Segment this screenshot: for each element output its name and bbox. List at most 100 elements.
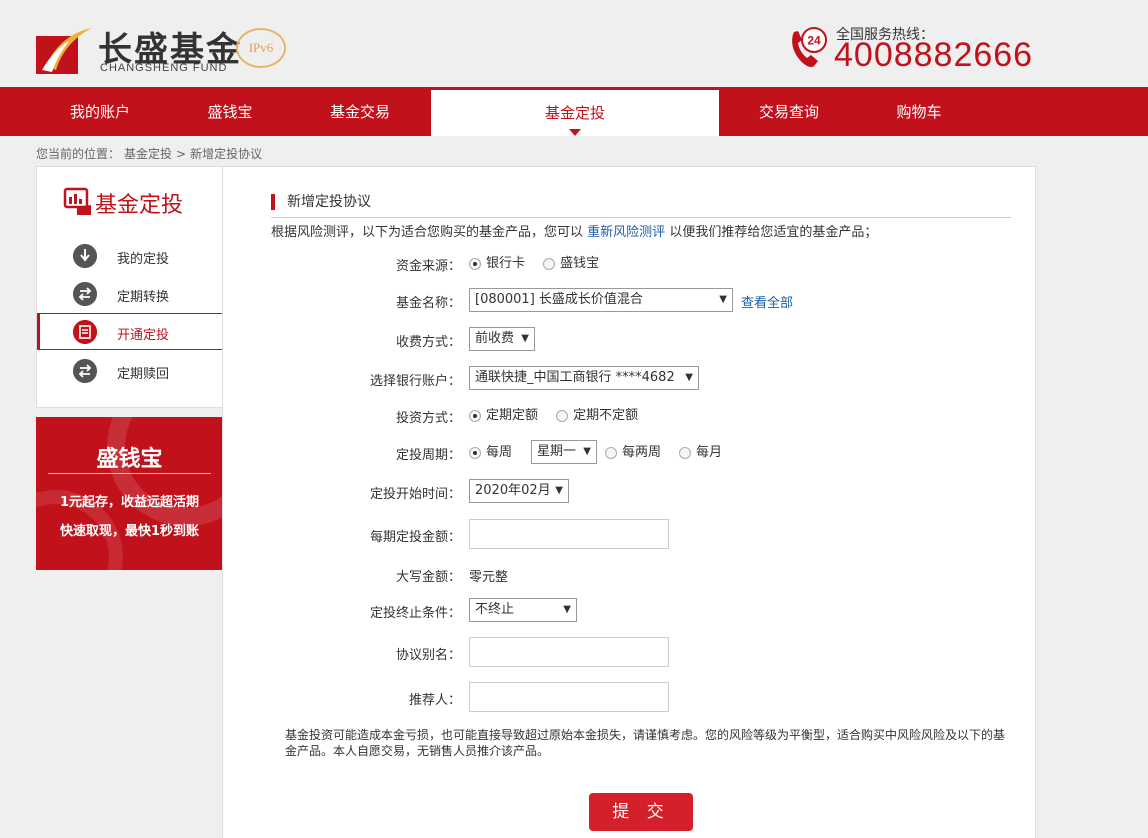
radio-weekly[interactable]: 每周 [469,440,512,466]
alias-input[interactable] [469,637,669,667]
label-alias: 协议别名： [395,648,461,663]
promo-text-1: 1元起存，收益远超活期 [59,495,200,510]
nav-trade-query[interactable]: 交易查询 [729,87,849,136]
end-condition-select[interactable]: 不终止 ▼ [469,598,577,622]
label-fund-source: 资金来源： [395,259,461,274]
reassess-risk-link[interactable]: 重新风险测评 [587,225,665,240]
sidebar: 基金定投 我的定投 定期转换 开通定投 定期赎回 [36,166,223,408]
radio-label: 盛钱宝 [560,256,600,271]
promo-divider [48,473,211,474]
bank-account-select[interactable]: 通联快捷_中国工商银行 ****4682 ▼ [469,366,699,390]
row-fund-source: 资金来源： 银行卡 盛钱宝 [223,251,1037,277]
fee-type-select[interactable]: 前收费 ▼ [469,327,535,351]
select-value: 星期一 [537,444,577,459]
label-referrer: 推荐人： [408,693,461,708]
radio-shengqianbao[interactable]: 盛钱宝 [543,251,599,277]
sidebar-item-periodic-switch[interactable]: 定期转换 [37,276,223,312]
logo-mark-icon [36,28,92,74]
ipv6-badge: IPv6 [236,28,286,68]
radio-label: 每周 [486,445,513,460]
start-month-select[interactable]: 2020年02月 ▼ [469,479,569,503]
row-bank-account: 选择银行账户： 通联快捷_中国工商银行 ****4682 ▼ [223,366,1037,392]
chevron-down-icon: ▼ [563,604,571,615]
nav-cart[interactable]: 购物车 [859,87,979,136]
chevron-down-icon: ▼ [719,294,727,305]
radio-dot [469,447,481,459]
sidebar-title-text: 基金定投 [95,193,184,218]
nav-shengqianbao[interactable]: 盛钱宝 [170,87,290,136]
select-value: 2020年02月 [475,483,551,498]
fund-source-radios: 银行卡 盛钱宝 [469,251,613,277]
select-value: 不终止 [475,602,515,617]
brand-logo[interactable]: 长盛基金 CHANGSHENG FUND IPv6 [36,22,296,78]
chevron-down-icon: ▼ [685,372,693,383]
brand-name-en: CHANGSHENG FUND [100,62,228,74]
chevron-down-icon: ▼ [555,485,563,496]
sip-period-control: 每周 星期一 ▼ 每两周 每月 [469,440,869,466]
label-fund-name: 基金名称： [395,296,461,311]
radio-label: 银行卡 [486,256,526,271]
nav-fund-trade[interactable]: 基金交易 [300,87,420,136]
row-fund-name: 基金名称： [080001] 长盛成长价值混合 ▼ 查看全部 [223,288,1037,314]
sidebar-item-label: 定期转换 [117,290,170,305]
radio-biweekly[interactable]: 每两周 [605,440,661,466]
intro-text: 根据风险测评，以下为适合您购买的基金产品，您可以 [271,225,584,240]
radio-label: 定期定额 [486,408,539,423]
hotline-number: 4008882666 [834,36,1034,74]
label-bank-account: 选择银行账户： [369,374,461,389]
site-header: 长盛基金 CHANGSHENG FUND IPv6 24 全国服务热线： 400… [0,0,1148,87]
radio-monthly[interactable]: 每月 [679,440,722,466]
label-capital-amount: 大写金额： [395,570,461,585]
label-start-date: 定投开始时间： [369,487,461,502]
sidebar-item-label: 我的定投 [117,252,170,267]
label-end-condition: 定投终止条件： [369,606,461,621]
row-sip-period: 定投周期： 每周 星期一 ▼ 每两周 每月 [223,440,1037,466]
amount-input[interactable] [469,519,669,549]
radio-bank-card[interactable]: 银行卡 [469,251,525,277]
radio-dot [556,410,569,422]
sip-chart-icon [63,187,91,215]
select-value: [080001] 长盛成长价值混合 [475,292,643,307]
breadcrumb-prefix: 您当前的位置： [36,147,121,161]
active-nav-arrow-icon [569,129,581,136]
chevron-down-icon: ▼ [521,333,529,344]
breadcrumb: 您当前的位置： 基金定投 > 新增定投协议 [36,145,266,162]
sidebar-title: 基金定投 [63,183,213,223]
row-invest-method: 投资方式： 定期定额 定期不定额 [223,403,1037,429]
row-referrer: 推荐人： [223,682,1037,712]
swap-arrows-icon [73,282,97,306]
weekday-select[interactable]: 星期一 ▼ [531,440,597,464]
breadcrumb-current: 新增定投协议 [190,147,263,161]
label-amount: 每期定投金额： [369,530,461,545]
nav-my-account[interactable]: 我的账户 [40,87,160,136]
radio-dot [469,410,481,422]
sidebar-item-periodic-redeem[interactable]: 定期赎回 [37,353,223,389]
breadcrumb-separator: > [176,147,187,161]
nav-fund-sip[interactable]: 基金定投 [431,90,719,136]
sidebar-item-label: 定期赎回 [117,367,170,382]
sidebar-item-my-sip[interactable]: 我的定投 [37,238,223,274]
chevron-down-icon: ▼ [583,446,591,457]
nav-fund-sip-label: 基金定投 [544,104,605,122]
shengqianbao-promo-banner[interactable]: 盛钱宝 1元起存，收益远超活期 快速取现，最快1秒到账 [36,417,223,570]
referrer-input[interactable] [469,682,669,712]
promo-title: 盛钱宝 [96,447,163,472]
section-title: 新增定投协议 [271,194,371,210]
sidebar-item-open-sip[interactable]: 开通定投 [37,313,223,350]
breadcrumb-sip[interactable]: 基金定投 [124,147,172,161]
submit-button[interactable]: 提 交 [589,793,693,831]
hotline-badge: 24 [807,34,821,48]
radio-fixed-amount[interactable]: 定期定额 [469,403,538,429]
radio-dot [469,258,481,270]
label-invest-method: 投资方式： [395,411,461,426]
sip-form-panel: 新增定投协议 根据风险测评，以下为适合您购买的基金产品，您可以 重新风险测评 以… [222,166,1036,838]
label-fee-type: 收费方式： [395,335,461,350]
phone-24h-icon: 24 [792,27,827,68]
radio-variable-amount[interactable]: 定期不定额 [556,403,638,429]
view-all-funds-link[interactable]: 查看全部 [741,292,793,311]
fund-name-select[interactable]: [080001] 长盛成长价值混合 ▼ [469,288,733,312]
intro-text-2: 以便我们推荐给您适宜的基金产品； [669,225,878,240]
risk-intro: 根据风险测评，以下为适合您购买的基金产品，您可以 重新风险测评 以便我们推荐给您… [271,221,877,240]
row-alias: 协议别名： [223,637,1037,667]
document-sip-icon [73,320,97,344]
